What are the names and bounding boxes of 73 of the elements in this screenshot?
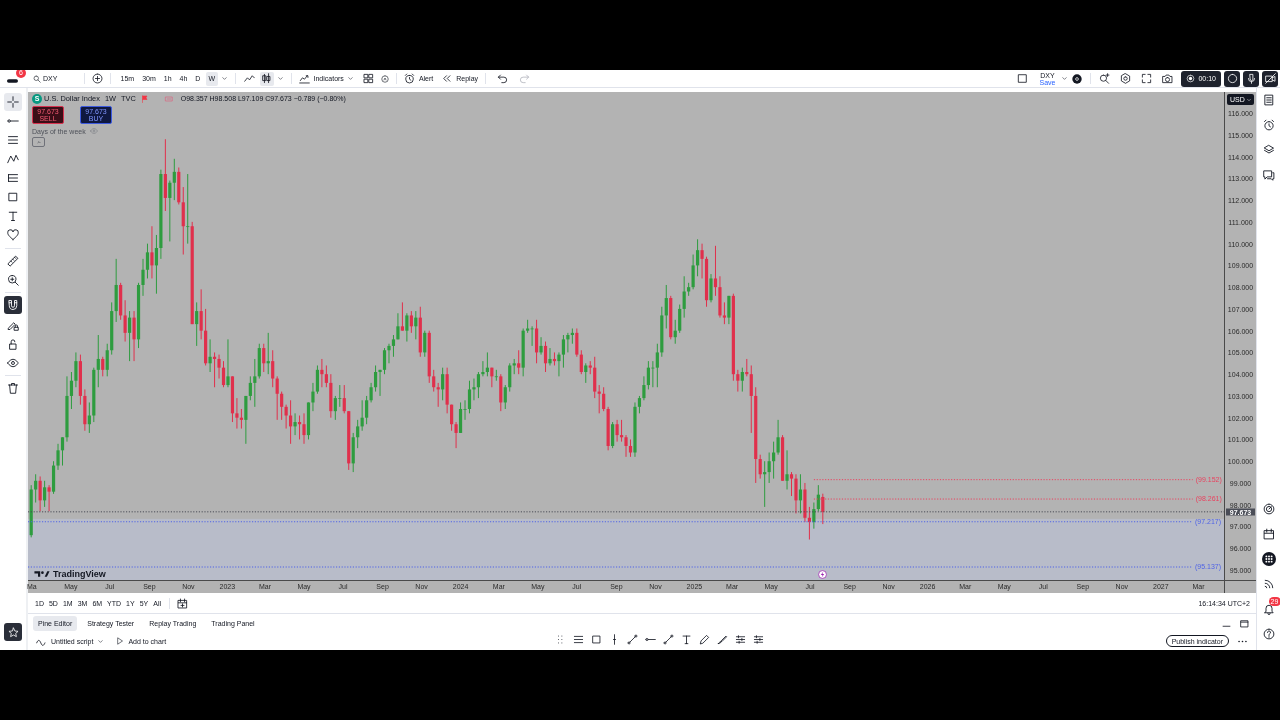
- bell-icon[interactable]: [1262, 603, 1275, 615]
- drag-handle-icon[interactable]: [555, 633, 566, 645]
- microphone-button[interactable]: [1243, 70, 1259, 87]
- chevron-up-icon: [35, 139, 42, 145]
- maximize-icon[interactable]: [1239, 617, 1250, 629]
- logo-text: TradingView: [53, 569, 106, 579]
- text-tool-icon[interactable]: [681, 633, 692, 645]
- magnet-button[interactable]: [4, 296, 22, 314]
- alarm-clock-icon[interactable]: [1262, 119, 1275, 131]
- alarm-clock-icon: [403, 73, 415, 84]
- magnet-icon: [7, 299, 19, 311]
- lightning-icon[interactable]: [818, 570, 828, 579]
- eye-icon[interactable]: [7, 357, 19, 369]
- levels-icon: [7, 172, 19, 184]
- diagonal-line-icon[interactable]: [663, 633, 674, 645]
- brush-icon[interactable]: [717, 633, 728, 645]
- grid-icon[interactable]: [362, 73, 374, 84]
- pencil-lock-icon[interactable]: [7, 319, 19, 331]
- layers-icon[interactable]: [1262, 144, 1275, 156]
- profile-icon[interactable]: [7, 78, 18, 83]
- text-tool-icon: [7, 210, 19, 222]
- help-icon[interactable]: [1262, 628, 1275, 640]
- chart-type-button[interactable]: [259, 71, 274, 86]
- camera-icon[interactable]: [1162, 73, 1174, 84]
- diagonal-line-icon[interactable]: [627, 633, 638, 645]
- apps-icon[interactable]: [1261, 552, 1276, 566]
- settings-icon[interactable]: [1120, 73, 1132, 84]
- target-icon[interactable]: [1262, 503, 1275, 515]
- ruler-icon: [7, 255, 19, 267]
- square-icon[interactable]: [1016, 73, 1028, 84]
- search-icon: [33, 74, 41, 83]
- zigzag-icon: [7, 153, 19, 165]
- camera-toggle-button[interactable]: [1262, 70, 1278, 87]
- line-chart-icon: [244, 73, 255, 84]
- signal-waves-icon[interactable]: [1262, 578, 1275, 590]
- trash-icon[interactable]: [7, 382, 19, 394]
- logo-icon: [34, 570, 50, 578]
- video-off-icon: [1264, 73, 1276, 84]
- sliders-icon[interactable]: [735, 633, 746, 645]
- pen-icon[interactable]: [699, 633, 710, 645]
- lock-icon[interactable]: [7, 338, 19, 350]
- record-icon: [1186, 74, 1196, 83]
- list-icon[interactable]: [1262, 94, 1275, 106]
- avatar-icon[interactable]: [1072, 73, 1083, 84]
- indicators-icon: [298, 73, 310, 84]
- fullscreen-icon[interactable]: [1141, 73, 1153, 84]
- lines-icon[interactable]: [573, 633, 584, 645]
- heart-icon: [7, 229, 19, 241]
- recorder-button[interactable]: [1224, 70, 1240, 87]
- chat-icon[interactable]: [1262, 169, 1275, 181]
- sliders-icon[interactable]: [753, 633, 764, 645]
- crosshair-icon: [7, 96, 19, 108]
- undo-icon[interactable]: [497, 73, 509, 84]
- rectangle-icon: [7, 191, 19, 203]
- axis-corner: [1224, 580, 1256, 593]
- caret-icon[interactable]: [1061, 75, 1069, 82]
- calendar-icon[interactable]: [1262, 528, 1275, 540]
- caret-icon[interactable]: [220, 75, 228, 82]
- magnifier-icon[interactable]: [1099, 73, 1111, 84]
- rectangle-icon[interactable]: [591, 633, 602, 645]
- caret-icon[interactable]: [346, 75, 354, 82]
- play-icon: [116, 637, 125, 645]
- lines-icon: [7, 134, 19, 146]
- rewind-icon: [441, 73, 453, 84]
- caret-icon: [1246, 96, 1252, 103]
- favorites-button[interactable]: [4, 623, 22, 641]
- calendar-plus-icon[interactable]: [177, 597, 188, 609]
- star-icon: [7, 626, 19, 638]
- candlestick-icon: [261, 73, 272, 84]
- caret-icon: [97, 637, 105, 645]
- microphone-icon: [1245, 73, 1257, 84]
- caret-icon[interactable]: [276, 75, 284, 82]
- zoom-in-icon: [7, 274, 19, 286]
